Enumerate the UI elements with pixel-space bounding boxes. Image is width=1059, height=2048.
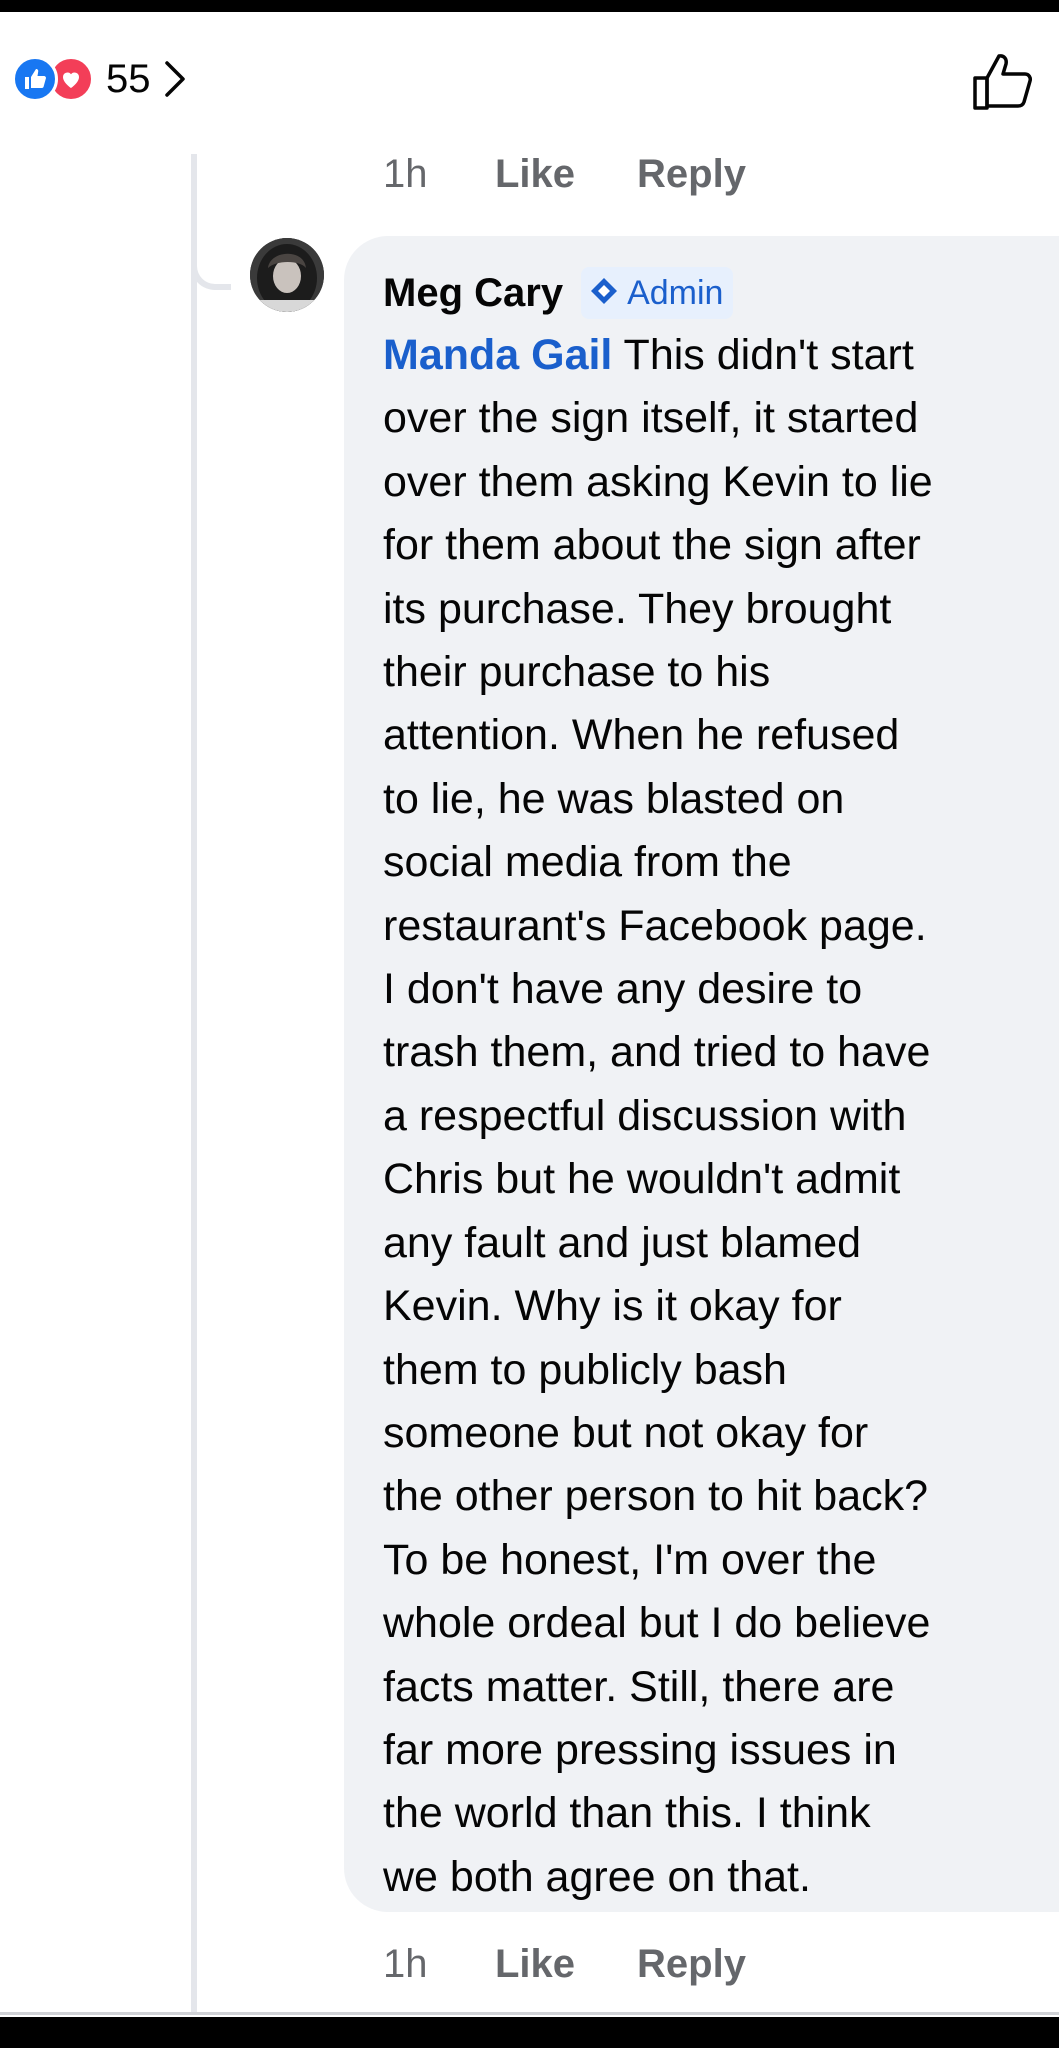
comment-line: to lie, he was blasted on: [383, 774, 845, 823]
comment-line: Chris but he wouldn't admit: [383, 1155, 901, 1204]
comment-timestamp: 1h: [383, 1942, 428, 1986]
comment-actions: 1h Like Reply: [383, 1942, 808, 1987]
reaction-count: 55: [106, 56, 151, 101]
like-button[interactable]: Like: [495, 1942, 575, 1987]
comment-line: any fault and just blamed: [383, 1218, 862, 1267]
mention-link[interactable]: Manda Gail: [383, 331, 612, 379]
comment-line: over them asking Kevin to lie: [383, 457, 933, 506]
comment-line: someone but not okay for: [383, 1408, 869, 1457]
previous-comment-actions: 1h Like Reply: [383, 152, 808, 197]
comment-line: a respectful discussion with: [383, 1091, 907, 1140]
comment-line: Manda Gail This didn't start: [383, 324, 1039, 387]
comment-line: whole ordeal but I do believe: [383, 1599, 931, 1648]
bottom-divider: [0, 2012, 1059, 2015]
comment-line: its purchase. They brought: [383, 584, 892, 633]
thumbs-up-outline-icon[interactable]: [969, 48, 1035, 114]
thread-connector-curve: [191, 260, 231, 290]
comment-line: them to publicly bash: [383, 1345, 787, 1394]
comment-line: trash them, and tried to have: [383, 1028, 931, 1077]
admin-badge-label: Admin: [627, 273, 724, 312]
like-reaction-icon: [12, 56, 58, 102]
comment-line: Kevin. Why is it okay for: [383, 1282, 842, 1331]
avatar[interactable]: [250, 238, 324, 312]
comment-line: attention. When he refused: [383, 711, 900, 760]
comment-line: facts matter. Still, there are: [383, 1662, 895, 1711]
comment-line: restaurant's Facebook page.: [383, 901, 927, 950]
chevron-right-icon: [163, 59, 187, 99]
comment-line: To be honest, I'm over the: [383, 1535, 877, 1584]
comment-header: Meg Cary Admin: [383, 264, 1039, 322]
comment-line: social media from the: [383, 838, 792, 887]
like-button[interactable]: Like: [495, 152, 575, 197]
comment-line: we both agree on that.: [383, 1852, 811, 1901]
reactions-summary[interactable]: 55: [12, 52, 187, 106]
comment-body: Manda Gail This didn't start over the si…: [383, 324, 1039, 1909]
comment-timestamp: 1h: [383, 152, 428, 196]
comment-line: I don't have any desire to: [383, 965, 863, 1014]
reply-button[interactable]: Reply: [637, 1942, 746, 1987]
comment-line-text: This didn't start: [612, 331, 914, 379]
comment-line: over the sign itself, it started: [383, 394, 919, 443]
comment-line: for them about the sign after: [383, 521, 921, 570]
reply-button[interactable]: Reply: [637, 152, 746, 197]
screen: 55 1h Like Reply Meg Cary Admin Manda Ga…: [0, 12, 1059, 2017]
comment-line: their purchase to his: [383, 648, 771, 697]
comment-line: the other person to hit back?: [383, 1472, 929, 1521]
comment-line: the world than this. I think: [383, 1789, 871, 1838]
admin-diamond-icon: [589, 276, 619, 311]
comment-author[interactable]: Meg Cary: [383, 271, 563, 316]
comment-line: far more pressing issues in: [383, 1725, 897, 1774]
admin-badge: Admin: [581, 267, 734, 319]
comment-bubble: Meg Cary Admin Manda Gail This didn't st…: [344, 236, 1059, 1912]
thread-connector-line: [191, 154, 197, 2014]
